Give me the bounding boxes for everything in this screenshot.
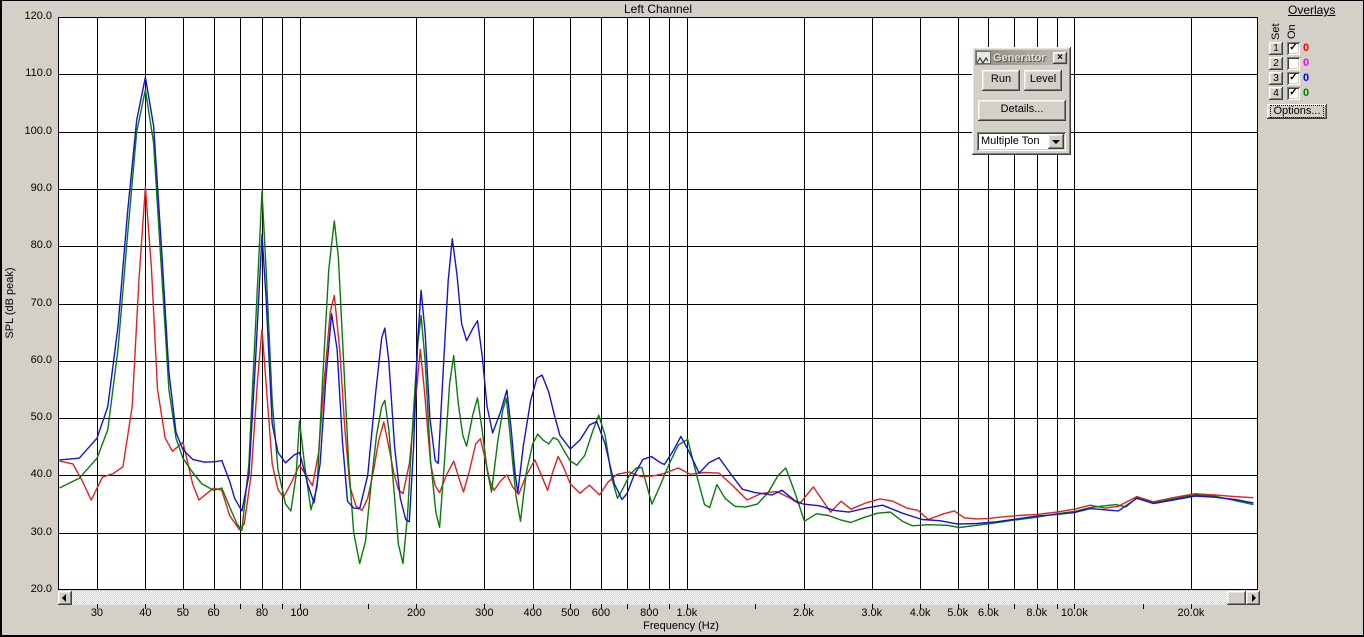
overlay-set-button-1[interactable]: 1 xyxy=(1269,42,1283,55)
x-tick-label: 3.0k xyxy=(861,607,883,619)
x-tick-label: 4.0k xyxy=(909,607,931,619)
scroll-right-button[interactable] xyxy=(1246,591,1260,605)
y-tick-label: 100.0 xyxy=(24,124,52,137)
y-tick-label: 20.0 xyxy=(30,583,52,595)
y-tick-label: 120.0 xyxy=(24,10,52,22)
x-tick-mark xyxy=(240,604,241,609)
overlay-set-button-4[interactable]: 4 xyxy=(1269,87,1283,100)
x-tick-label: 6.0k xyxy=(977,607,999,619)
options-button[interactable]: Options... xyxy=(1267,104,1327,119)
x-tick-label: 8.0k xyxy=(1026,607,1048,619)
level-button[interactable]: Level xyxy=(1024,70,1062,91)
overlay-on-checkbox-2[interactable] xyxy=(1287,57,1300,70)
dropdown-button[interactable] xyxy=(1048,134,1064,149)
overlay-value-3: 0 xyxy=(1303,72,1310,84)
signal-type-value: Multiple Ton xyxy=(981,135,1040,147)
x-tick-label: 500 xyxy=(561,607,580,619)
x-tick-label: 1.0k xyxy=(676,607,698,619)
overlays-title: Overlays xyxy=(1288,3,1336,17)
x-tick-mark xyxy=(1014,604,1015,609)
signal-type-dropdown[interactable]: Multiple Ton xyxy=(977,132,1066,151)
x-tick-label: 80 xyxy=(255,607,269,619)
right-arrow-icon xyxy=(1252,594,1256,602)
overlay-on-checkbox-1[interactable]: ✓ xyxy=(1287,42,1300,55)
y-tick-label: 80.0 xyxy=(30,239,52,252)
y-axis-title: SPL (dB peak) xyxy=(4,267,16,339)
overlay-set-button-2[interactable]: 2 xyxy=(1269,57,1283,70)
y-tick-label: 60.0 xyxy=(30,353,52,366)
y-tick-label: 30.0 xyxy=(30,525,52,538)
x-tick-label: 50 xyxy=(176,607,190,619)
x-tick-mark xyxy=(1057,604,1058,609)
waveform-icon xyxy=(976,51,991,65)
x-tick-label: 100 xyxy=(290,607,309,619)
generator-dialog-title: Generator xyxy=(993,51,1046,64)
overlays-on-column-label: On xyxy=(1286,24,1298,39)
chevron-down-icon xyxy=(1052,140,1060,144)
y-tick-label: 110.0 xyxy=(25,67,52,80)
chart-title: Left Channel xyxy=(623,2,693,16)
y-tick-label: 90.0 xyxy=(30,181,52,194)
y-tick-label: 40.0 xyxy=(30,468,52,481)
overlay-set-button-3[interactable]: 3 xyxy=(1269,72,1283,85)
x-tick-label: 800 xyxy=(640,607,659,619)
run-button[interactable]: Run xyxy=(982,70,1020,91)
spectrum-chart xyxy=(58,17,1258,590)
x-tick-mark xyxy=(669,604,670,609)
scrollbar-thumb[interactable] xyxy=(1227,591,1246,605)
x-tick-label: 30 xyxy=(90,607,104,619)
x-axis-title: Frequency (Hz) xyxy=(643,620,719,632)
x-tick-mark xyxy=(627,604,628,609)
x-tick-mark xyxy=(755,604,756,609)
x-tick-mark xyxy=(282,604,283,609)
x-tick-label: 20.0k xyxy=(1177,607,1205,619)
close-icon[interactable]: × xyxy=(1053,51,1067,64)
scroll-left-button[interactable] xyxy=(58,591,72,605)
generator-dialog: Generator × Run Level Details... Multipl… xyxy=(972,47,1071,155)
x-tick-label: 300 xyxy=(475,607,494,619)
overlay-on-checkbox-4[interactable]: ✓ xyxy=(1287,87,1300,100)
overlays-set-column-label: Set xyxy=(1270,23,1282,40)
x-tick-label: 10.0k xyxy=(1060,607,1088,619)
horizontal-scrollbar[interactable] xyxy=(58,591,1260,605)
overlay-value-2: 0 xyxy=(1303,57,1310,69)
x-tick-label: 5.0k xyxy=(947,607,969,619)
overlay-value-4: 0 xyxy=(1303,87,1310,99)
x-tick-label: 40 xyxy=(139,607,152,619)
x-tick-label: 200 xyxy=(406,607,426,619)
overlay-on-checkbox-3[interactable]: ✓ xyxy=(1287,72,1300,85)
left-arrow-icon xyxy=(62,594,66,602)
generator-dialog-titlebar[interactable]: Generator × xyxy=(975,50,1068,65)
x-tick-label: 2.0k xyxy=(793,607,814,619)
overlay-value-1: 0 xyxy=(1303,42,1310,54)
y-tick-label: 70.0 xyxy=(30,296,52,309)
x-tick-mark xyxy=(368,604,369,609)
details-button[interactable]: Details... xyxy=(978,100,1066,121)
x-tick-label: 60 xyxy=(207,607,220,619)
x-tick-label: 400 xyxy=(523,607,542,619)
y-tick-label: 50.0 xyxy=(30,411,52,424)
x-tick-label: 600 xyxy=(591,607,611,619)
x-tick-mark xyxy=(1143,604,1144,609)
plot-area xyxy=(58,17,1258,590)
